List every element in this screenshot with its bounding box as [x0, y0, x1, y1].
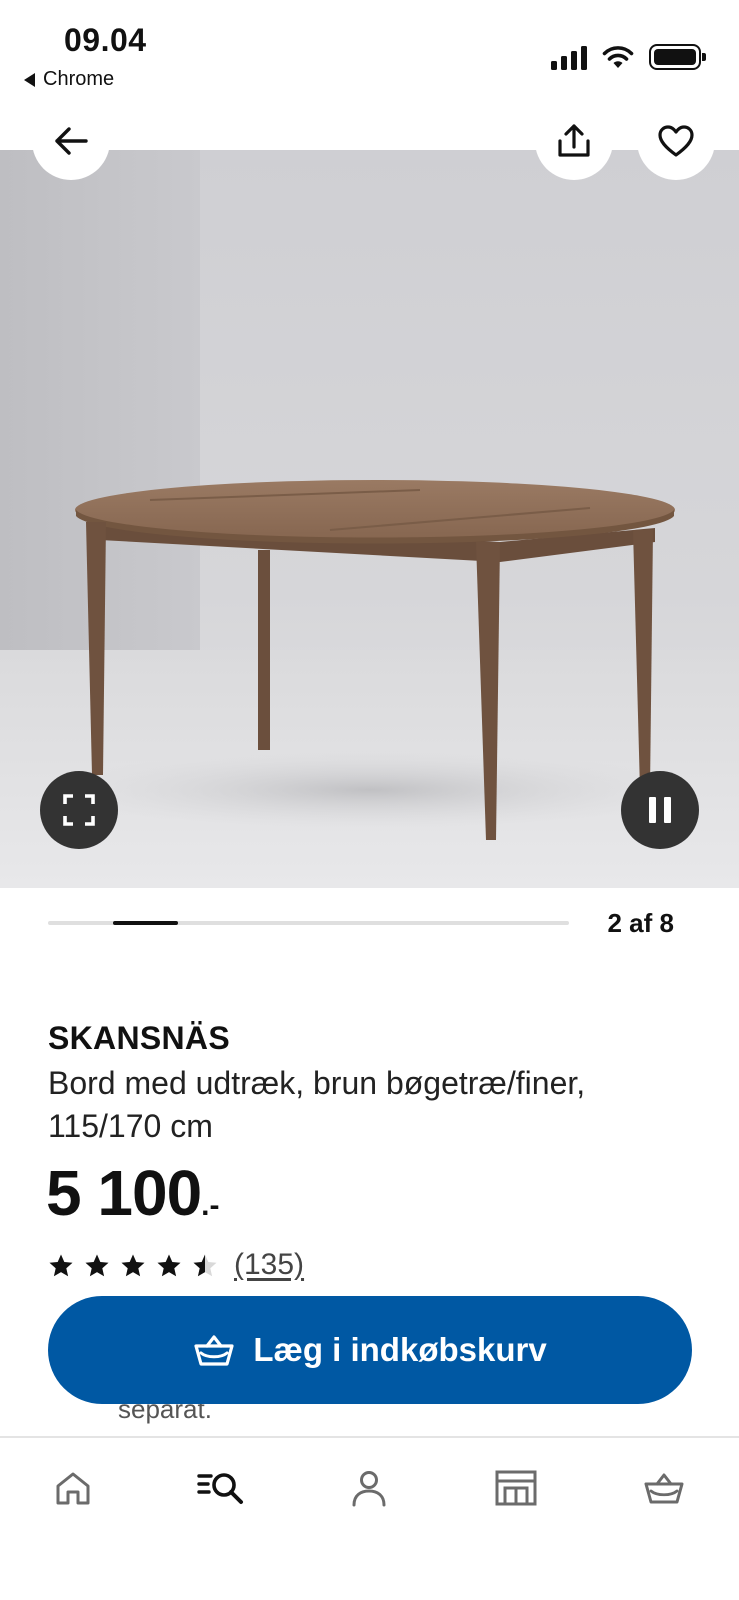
review-count-link[interactable]: (135) — [234, 1248, 304, 1282]
home-icon — [56, 1472, 90, 1505]
store-icon — [495, 1470, 537, 1506]
nav-store[interactable] — [486, 1464, 546, 1512]
star-icon — [193, 1254, 217, 1276]
gallery-progress-thumb — [113, 921, 179, 925]
nav-home[interactable] — [43, 1464, 103, 1512]
bottom-navigation — [0, 1436, 739, 1600]
pause-button[interactable] — [621, 771, 699, 849]
table-illustration — [50, 480, 690, 840]
star-icon — [121, 1254, 145, 1276]
product-name: SKANSNÄS — [48, 1020, 230, 1056]
cellular-signal-icon — [551, 44, 587, 70]
battery-icon — [649, 44, 706, 70]
favorite-button[interactable] — [637, 102, 715, 180]
status-bar: 09.04 Chrome — [0, 0, 739, 112]
wifi-icon — [602, 46, 634, 68]
arrow-left-icon — [55, 127, 88, 155]
product-description: Bord med udtræk, brun bøgetræ/finer, 115… — [48, 1065, 586, 1144]
star-icon — [49, 1254, 73, 1276]
add-to-cart-label: Læg i indkøbskurv — [253, 1331, 547, 1368]
back-to-app-link[interactable]: Chrome — [24, 68, 114, 91]
nav-search[interactable] — [191, 1464, 251, 1512]
basket-icon — [644, 1473, 684, 1504]
share-icon — [558, 124, 590, 157]
status-time: 09.04 — [64, 22, 147, 58]
product-rating[interactable]: (135) — [48, 1248, 304, 1282]
rating-stars — [48, 1253, 218, 1278]
share-button[interactable] — [535, 102, 613, 180]
search-icon — [197, 1473, 243, 1504]
back-triangle-icon — [24, 72, 35, 87]
product-price: 5 100.- — [46, 1156, 219, 1230]
pause-icon — [649, 797, 671, 823]
fullscreen-button[interactable] — [40, 771, 118, 849]
slide-counter: 2 af 8 — [607, 908, 675, 938]
gallery-progress-bar — [48, 921, 569, 925]
product-image[interactable] — [0, 150, 739, 888]
heart-icon — [658, 125, 694, 157]
price-suffix: .- — [201, 1189, 220, 1222]
profile-icon — [352, 1471, 386, 1507]
price-value: 5 100 — [46, 1157, 202, 1229]
add-to-cart-button[interactable]: Læg i indkøbskurv — [48, 1296, 692, 1404]
basket-icon — [194, 1335, 234, 1366]
star-icon — [85, 1254, 109, 1276]
nav-cart[interactable] — [634, 1464, 694, 1512]
status-icons — [551, 44, 706, 70]
back-app-label: Chrome — [43, 68, 115, 90]
star-icon — [157, 1254, 181, 1276]
back-button[interactable] — [32, 102, 110, 180]
nav-profile[interactable] — [339, 1464, 399, 1512]
fullscreen-icon — [63, 794, 95, 826]
